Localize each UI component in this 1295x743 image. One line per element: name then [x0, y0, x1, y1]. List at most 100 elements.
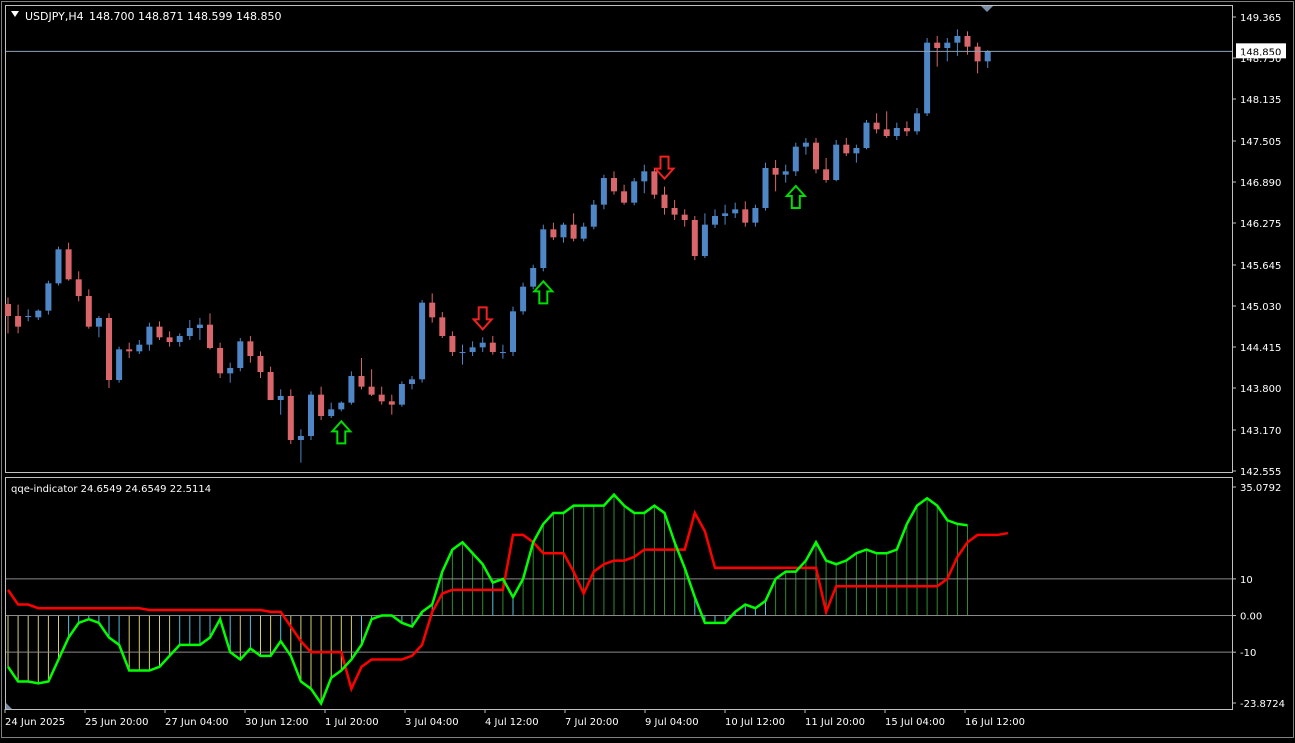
candle: [419, 300, 426, 383]
candle-body: [934, 42, 941, 48]
candle-body: [853, 148, 860, 154]
arrow-shape: [653, 155, 676, 181]
candle-body: [308, 394, 314, 436]
candle: [752, 204, 759, 227]
candle-body: [540, 229, 547, 268]
candle: [277, 389, 284, 415]
price-tick-label: 143.170: [1240, 426, 1281, 437]
candle: [813, 138, 819, 174]
candle-body: [257, 356, 264, 372]
qqe-lines: [6, 492, 1009, 707]
candle: [853, 144, 860, 163]
candle-body: [479, 342, 486, 348]
candle-body: [15, 316, 22, 327]
candle-body: [833, 144, 840, 180]
symbol-label: USDJPY,H4: [25, 10, 84, 23]
candle-body: [328, 409, 335, 416]
candle-body: [974, 46, 981, 62]
candle-body: [873, 122, 880, 130]
candle-body: [944, 42, 951, 48]
candle-body: [25, 316, 32, 317]
chart-canvas[interactable]: 148.850 149.365 148.750 148.135 147.505 146.…: [0, 0, 1295, 739]
candle-body: [550, 229, 557, 238]
candle: [429, 293, 436, 323]
price-tick-label: 148.750: [1240, 54, 1281, 65]
sell-signal-arrow-icon: [471, 306, 494, 331]
candle-body: [318, 394, 325, 416]
candle: [661, 186, 668, 215]
candle: [641, 164, 648, 194]
price-tick-label: 148.135: [1240, 95, 1281, 106]
candle-body: [116, 349, 123, 380]
candle: [116, 346, 123, 383]
time-tick-label: 10 Jul 12:00: [725, 717, 785, 728]
candle-body: [419, 302, 426, 380]
candle-body: [338, 402, 345, 410]
candle-body: [166, 337, 173, 342]
candle-body: [772, 168, 779, 175]
candle: [388, 394, 395, 415]
candle-body: [237, 341, 244, 368]
candle: [439, 312, 446, 338]
candle-body: [378, 394, 385, 402]
candle-body: [722, 213, 729, 216]
candle-body: [55, 249, 62, 284]
candle: [883, 111, 890, 138]
price-tick-label: 146.890: [1240, 178, 1281, 189]
candle: [611, 171, 617, 195]
candle: [580, 222, 587, 242]
candle-body: [580, 226, 587, 239]
candle-body: [348, 376, 355, 403]
candle-body: [883, 129, 890, 136]
candle: [833, 140, 840, 182]
candle: [823, 158, 830, 183]
candle-body: [449, 336, 456, 352]
candle: [954, 29, 961, 56]
candle-body: [924, 42, 931, 114]
candle: [257, 351, 264, 378]
candle-body: [186, 328, 193, 336]
candle-body: [782, 171, 789, 175]
candle: [136, 340, 143, 354]
candle-body: [954, 36, 961, 43]
candle: [126, 342, 133, 358]
candle-body: [388, 401, 395, 405]
candle: [176, 333, 183, 347]
candle: [802, 138, 809, 155]
candle-body: [903, 128, 910, 132]
candle: [358, 358, 365, 390]
candle-body: [631, 181, 638, 203]
candle: [742, 201, 749, 227]
arrow-shape: [471, 306, 494, 331]
candle: [621, 184, 628, 205]
chart-shift-marker-icon[interactable]: [981, 6, 993, 12]
candle-body: [823, 169, 830, 180]
candle-body: [691, 220, 698, 256]
price-tick-label: 145.645: [1240, 261, 1281, 272]
arrow-shape: [532, 279, 555, 305]
candle-body: [267, 372, 274, 400]
candle: [398, 381, 405, 407]
candle-body: [207, 324, 213, 348]
candle: [540, 224, 547, 272]
dropdown-triangle-icon[interactable]: [11, 11, 19, 17]
indicator-tick-label: -10: [1240, 648, 1256, 659]
candle: [247, 336, 254, 363]
time-tick-label: 27 Jun 04:00: [165, 717, 229, 728]
candle-body: [762, 168, 769, 208]
candle: [550, 222, 557, 240]
candle: [378, 386, 385, 405]
price-tick-label: 147.505: [1240, 137, 1281, 148]
candle-body: [409, 379, 415, 384]
candle: [631, 178, 638, 206]
candle-body: [247, 341, 254, 356]
candle-body: [863, 122, 870, 148]
candle: [207, 313, 213, 350]
candle-body: [227, 368, 234, 374]
candle-body: [287, 396, 294, 440]
candle: [75, 271, 82, 302]
candle: [459, 344, 466, 365]
candle-body: [106, 318, 112, 380]
candle: [530, 264, 537, 290]
candle-body: [358, 376, 365, 387]
